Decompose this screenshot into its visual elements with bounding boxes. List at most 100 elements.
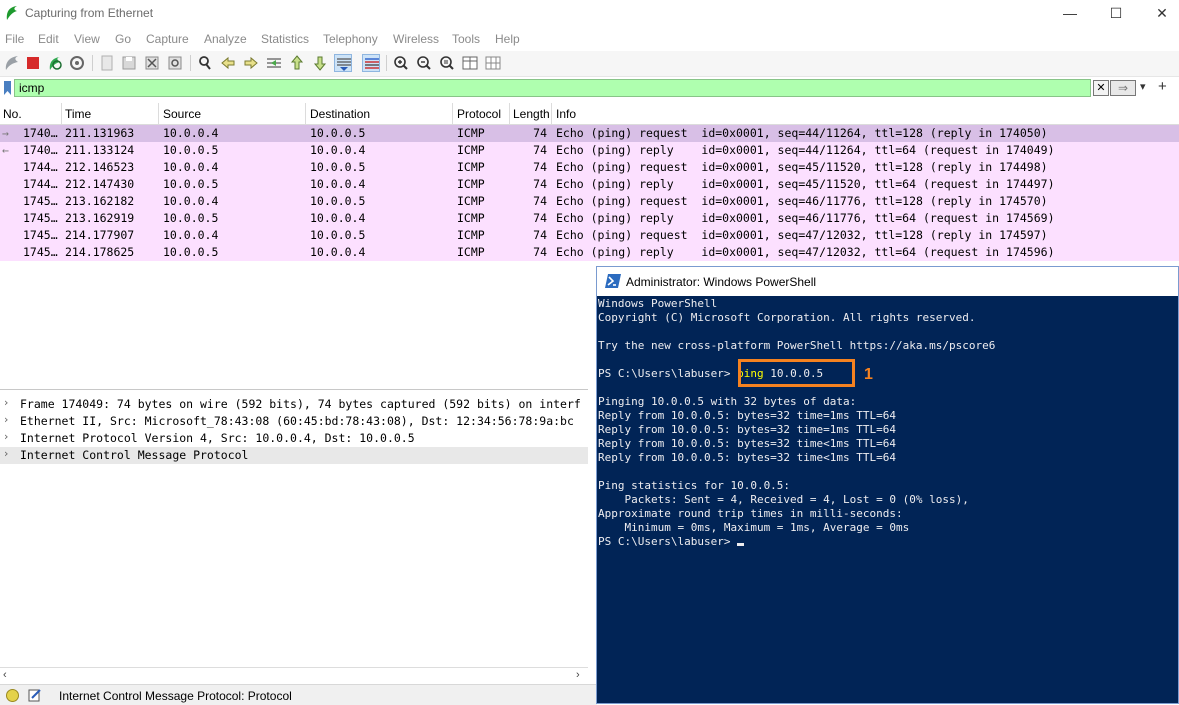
console-line: Approximate round trip times in milli-se…	[598, 507, 903, 520]
stop-capture-icon[interactable]	[24, 54, 42, 72]
packet-row[interactable]: → 1740… 211.131963 10.0.0.4 10.0.0.5 ICMP 74 Ec…	[0, 125, 1179, 142]
packet-destination: 10.0.0.5	[310, 194, 366, 208]
packet-row[interactable]: 1744… 212.146523 10.0.0.4 10.0.0.5 ICMP 74 Ech…	[0, 159, 1179, 176]
expand-arrow-icon[interactable]: ›	[4, 447, 8, 460]
packet-length: 74	[533, 160, 547, 174]
packet-source: 10.0.0.4	[163, 228, 219, 242]
detail-row-frame[interactable]: › Frame 174049: 74 bytes on wire (592 bi…	[0, 396, 588, 413]
display-filter-input[interactable]	[14, 79, 1091, 97]
column-prefs-icon[interactable]	[484, 54, 502, 72]
scroll-right-icon[interactable]: ›	[576, 669, 580, 681]
zoom-out-icon[interactable]	[415, 54, 433, 72]
console-line: Reply from 10.0.0.5: bytes=32 time=1ms T…	[598, 423, 897, 436]
go-back-icon[interactable]	[219, 54, 237, 72]
save-file-icon[interactable]	[120, 54, 138, 72]
powershell-console[interactable]: Windows PowerShell Copyright (C) Microsof…	[597, 296, 1178, 703]
packet-row[interactable]: 1745… 213.162919 10.0.0.5 10.0.0.4 ICMP 74 Ech…	[0, 210, 1179, 227]
packet-row[interactable]: 1745… 214.178625 10.0.0.5 10.0.0.4 ICMP 74 Ech…	[0, 244, 1179, 261]
packet-destination: 10.0.0.4	[310, 211, 366, 225]
resize-columns-icon[interactable]	[461, 54, 479, 72]
packet-source: 10.0.0.5	[163, 177, 219, 191]
col-protocol[interactable]: Protocol	[457, 107, 501, 121]
minimize-button[interactable]: —	[1048, 0, 1092, 28]
find-packet-icon[interactable]	[196, 54, 214, 72]
detail-row-icmp[interactable]: › Internet Control Message Protocol	[0, 447, 588, 464]
go-forward-icon[interactable]	[242, 54, 260, 72]
packet-length: 74	[533, 126, 547, 140]
maximize-button[interactable]: ☐	[1094, 0, 1138, 28]
powershell-window[interactable]: Administrator: Windows PowerShell Window…	[596, 266, 1179, 704]
packet-list-header: No. Time Source Destination Protocol Len…	[0, 103, 1179, 125]
zoom-in-icon[interactable]	[392, 54, 410, 72]
scroll-left-icon[interactable]: ‹	[3, 669, 7, 681]
packet-destination: 10.0.0.4	[310, 143, 366, 157]
detail-row-ethernet[interactable]: › Ethernet II, Src: Microsoft_78:43:08 (…	[0, 413, 588, 430]
packet-info: Echo (ping) request id=0x0001, seq=44/11…	[556, 126, 1048, 140]
open-file-icon[interactable]	[98, 54, 116, 72]
detail-row-ipv4[interactable]: › Internet Protocol Version 4, Src: 10.0…	[0, 430, 588, 447]
capture-options-icon[interactable]	[68, 54, 86, 72]
packet-row[interactable]: 1744… 212.147430 10.0.0.5 10.0.0.4 ICMP 74 Ech…	[0, 176, 1179, 193]
close-button[interactable]: ✕	[1140, 0, 1179, 28]
col-length[interactable]: Length	[513, 107, 549, 121]
col-destination[interactable]: Destination	[310, 107, 370, 121]
window-title: Capturing from Ethernet	[25, 6, 154, 20]
restart-capture-icon[interactable]	[46, 54, 64, 72]
reload-file-icon[interactable]	[166, 54, 184, 72]
menu-statistics[interactable]: Statistics	[261, 32, 309, 46]
annotation-number: 1	[864, 366, 873, 383]
wireshark-fin-icon	[6, 6, 17, 20]
shark-fin-start-icon[interactable]	[3, 54, 21, 72]
powershell-title-bar: Administrator: Windows PowerShell	[597, 267, 1178, 296]
packet-protocol: ICMP	[457, 228, 485, 242]
packet-no: 1740…	[23, 143, 58, 157]
packet-protocol: ICMP	[457, 126, 485, 140]
col-time[interactable]: Time	[65, 107, 91, 121]
packet-no: 1744…	[23, 177, 58, 191]
packet-row[interactable]: 1745… 213.162182 10.0.0.4 10.0.0.5 ICMP 74 Ech…	[0, 193, 1179, 210]
col-source[interactable]: Source	[163, 107, 201, 121]
filter-dropdown-icon[interactable]: ▾	[1140, 80, 1146, 93]
add-filter-button[interactable]: +	[1158, 78, 1167, 95]
packet-protocol: ICMP	[457, 194, 485, 208]
expand-arrow-icon[interactable]: ›	[4, 430, 8, 443]
go-to-packet-icon[interactable]	[265, 54, 283, 72]
col-no[interactable]: No.	[3, 107, 22, 121]
expand-arrow-icon[interactable]: ›	[4, 396, 8, 409]
packet-row[interactable]: 1745… 214.177907 10.0.0.4 10.0.0.5 ICMP 74 Ech…	[0, 227, 1179, 244]
menu-telephony[interactable]: Telephony	[323, 32, 378, 46]
edit-comment-icon[interactable]	[28, 688, 42, 702]
col-info[interactable]: Info	[556, 107, 576, 121]
details-horizontal-scrollbar[interactable]: ‹ ›	[0, 667, 588, 684]
menu-capture[interactable]: Capture	[146, 32, 189, 46]
bookmark-icon[interactable]	[3, 80, 12, 96]
expand-arrow-icon[interactable]: ›	[4, 413, 8, 426]
packet-length: 74	[533, 228, 547, 242]
autoscroll-icon[interactable]	[334, 54, 352, 72]
menu-analyze[interactable]: Analyze	[204, 32, 247, 46]
menu-edit[interactable]: Edit	[38, 32, 59, 46]
close-file-icon[interactable]	[143, 54, 161, 72]
packet-info: Echo (ping) request id=0x0001, seq=47/12…	[556, 228, 1048, 242]
go-last-packet-icon[interactable]	[311, 54, 329, 72]
expert-info-indicator-icon[interactable]	[6, 689, 19, 702]
packet-length: 74	[533, 245, 547, 259]
menu-go[interactable]: Go	[115, 32, 131, 46]
colorize-icon[interactable]	[362, 54, 380, 72]
menu-file[interactable]: File	[5, 32, 24, 46]
packet-source: 10.0.0.4	[163, 126, 219, 140]
zoom-normal-icon[interactable]	[438, 54, 456, 72]
apply-filter-icon[interactable]: ⇒	[1110, 80, 1136, 96]
packet-destination: 10.0.0.4	[310, 245, 366, 259]
packet-details-pane: › Frame 174049: 74 bytes on wire (592 bi…	[0, 389, 588, 668]
packet-time: 212.146523	[65, 160, 135, 174]
menu-help[interactable]: Help	[495, 32, 520, 46]
menu-view[interactable]: View	[74, 32, 100, 46]
go-first-packet-icon[interactable]	[288, 54, 306, 72]
menu-tools[interactable]: Tools	[452, 32, 480, 46]
clear-filter-icon[interactable]: ✕	[1093, 80, 1109, 96]
packet-source: 10.0.0.5	[163, 143, 219, 157]
menu-wireless[interactable]: Wireless	[393, 32, 439, 46]
packet-row[interactable]: ← 1740… 211.133124 10.0.0.5 10.0.0.4 ICMP 74 Ec…	[0, 142, 1179, 159]
main-toolbar	[0, 51, 1179, 77]
